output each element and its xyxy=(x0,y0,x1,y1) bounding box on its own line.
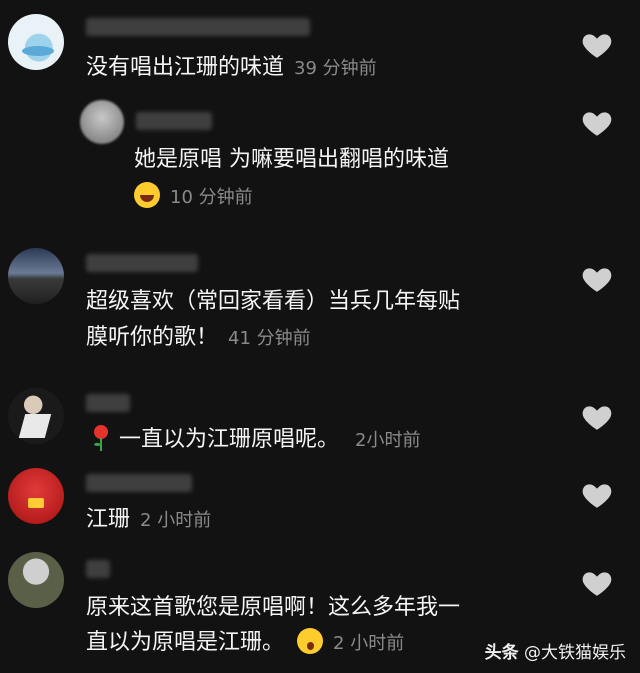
avatar[interactable] xyxy=(8,468,64,524)
username-blurred[interactable] xyxy=(86,18,310,36)
comment-time: 2 小时前 xyxy=(140,510,212,531)
comment-body: 膜听你的歌！ xyxy=(86,325,219,350)
comment-text: 没有唱出江珊的味道 39 分钟前 xyxy=(86,54,377,83)
heart-icon[interactable] xyxy=(580,478,614,512)
rose-emoji-icon xyxy=(94,425,108,451)
comment-time: 2小时前 xyxy=(355,430,421,451)
comment-time: 41 分钟前 xyxy=(228,328,311,349)
comment-body: 一直以为江珊原唱呢。 xyxy=(119,427,340,452)
laughing-tears-emoji-icon xyxy=(134,182,160,208)
watermark-handle: @大铁猫娱乐 xyxy=(524,643,626,663)
username-blurred[interactable] xyxy=(86,394,130,412)
watermark: 头条 @大铁猫娱乐 xyxy=(485,638,626,663)
username-blurred[interactable] xyxy=(136,112,212,130)
avatar[interactable] xyxy=(8,14,64,70)
comment-text-line-2: 膜听你的歌！ 41 分钟前 xyxy=(86,324,311,353)
heart-icon[interactable] xyxy=(580,400,614,434)
comment-body: 她是原唱 为嘛要唱出翻唱的味道 xyxy=(134,147,449,172)
comment-text-line-2: 直以为原唱是江珊。 2 小时前 xyxy=(86,628,404,658)
username-blurred[interactable] xyxy=(86,474,192,492)
shocked-emoji-icon xyxy=(297,628,324,654)
comment-meta: 10 分钟前 xyxy=(134,182,253,212)
comment-text-line-1: 超级喜欢（常回家看看）当兵几年每贴 xyxy=(86,288,460,316)
heart-icon[interactable] xyxy=(580,28,614,62)
avatar[interactable] xyxy=(8,388,64,444)
avatar[interactable] xyxy=(8,552,64,608)
comment-body: 直以为原唱是江珊。 xyxy=(86,630,285,655)
avatar[interactable] xyxy=(80,100,124,144)
comment-time: 39 分钟前 xyxy=(294,58,377,79)
heart-icon[interactable] xyxy=(580,566,614,600)
comment-text: 她是原唱 为嘛要唱出翻唱的味道 xyxy=(134,146,449,174)
comment-time: 2 小时前 xyxy=(333,633,405,654)
comment-text-line-1: 原来这首歌您是原唱啊！这么多年我一 xyxy=(86,594,460,622)
username-blurred[interactable] xyxy=(86,254,198,272)
heart-icon[interactable] xyxy=(580,106,614,140)
comment-text: 一直以为江珊原唱呢。 2小时前 xyxy=(90,424,420,455)
watermark-brand: 头条 xyxy=(484,643,519,663)
comment-text: 江珊 2 小时前 xyxy=(86,506,211,535)
comment-time: 10 分钟前 xyxy=(170,187,253,208)
username-blurred[interactable] xyxy=(86,560,110,578)
comment-body: 超级喜欢（常回家看看）当兵几年每贴 xyxy=(86,289,461,314)
comment-body: 江珊 xyxy=(86,507,131,532)
comment-body: 没有唱出江珊的味道 xyxy=(86,55,285,80)
heart-icon[interactable] xyxy=(580,262,614,296)
avatar[interactable] xyxy=(8,248,64,304)
comment-body: 原来这首歌您是原唱啊！这么多年我一 xyxy=(86,595,461,620)
